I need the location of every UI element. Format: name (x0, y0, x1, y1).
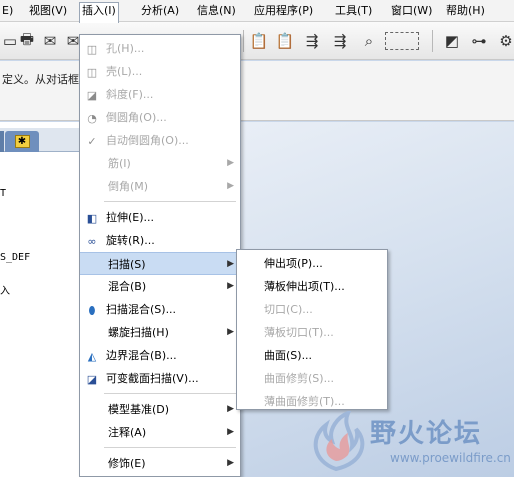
menu-item-hole[interactable]: ◫ 孔(H)... (80, 37, 240, 60)
menu-item-rib[interactable]: 筋(I) ▶ (80, 152, 240, 175)
message-text: 定义。从对话框 (2, 73, 79, 86)
menu-item-extrude[interactable]: ◧ 拉伸(E)... (80, 206, 240, 229)
menu-item-sweep[interactable]: 扫描(S) ▶ (80, 252, 240, 275)
submenu-item-protrusion[interactable]: 伸出项(P)... (237, 252, 387, 275)
menu-separator (104, 393, 236, 394)
menu-edit[interactable]: E) (0, 3, 15, 19)
menu-item-draft[interactable]: ◪ 斜度(F)... (80, 83, 240, 106)
hole-icon: ◫ (86, 42, 98, 56)
menu-item-variable-section-sweep[interactable]: ◪ 可变截面扫描(V)... (80, 367, 240, 390)
message-area: 定义。从对话框 (0, 61, 514, 121)
submenu-item-thin-cut[interactable]: 薄板切口(T)... (237, 321, 387, 344)
submenu-arrow-icon: ▶ (227, 181, 234, 191)
submenu-arrow-icon: ▶ (227, 281, 234, 291)
email-icon[interactable]: ✉ (40, 31, 60, 51)
menu-item-chamfer[interactable]: 倒角(M) ▶ (80, 175, 240, 198)
auto-round-icon: ✓ (87, 134, 97, 148)
menu-item-helical-sweep[interactable]: 螺旋扫描(H) ▶ (80, 321, 240, 344)
menu-item-model-datum[interactable]: 模型基准(D) ▶ (80, 398, 240, 421)
submenu-arrow-icon: ▶ (227, 458, 234, 468)
menu-item-swept-blend[interactable]: ⬮ 扫描混合(S)... (80, 298, 240, 321)
star-folder-icon: ✱ (14, 135, 30, 148)
print-icon[interactable]: 🖶 (17, 30, 37, 51)
paste-special-icon[interactable]: 📋 (275, 31, 295, 51)
menu-analysis[interactable]: 分析(A) (139, 3, 181, 19)
toolbar: ▭ 🖶 ✉ ✉ 📋 📋 ⇶ ⇶ ⌕ ◩ ⊶ ⚙ (0, 22, 514, 60)
menu-separator (104, 201, 236, 202)
variable-sweep-icon: ◪ (86, 372, 98, 386)
submenu-item-thin-protrusion[interactable]: 薄板伸出项(T)... (237, 275, 387, 298)
submenu-arrow-icon: ▶ (227, 158, 234, 168)
regenerate-icon[interactable]: ⇶ (302, 31, 322, 51)
menu-separator (104, 447, 236, 448)
tab-model-tree[interactable] (0, 131, 4, 152)
datum-display-icon[interactable]: ⚙ (496, 31, 514, 51)
sketch-icon[interactable]: ◩ (442, 31, 462, 51)
submenu-item-surface[interactable]: 曲面(S)... (237, 344, 387, 367)
menu-item-boundary-blend[interactable]: ◭ 边界混合(B)... (80, 344, 240, 367)
extrude-icon: ◧ (86, 211, 98, 225)
menu-item-round[interactable]: ◔ 倒圆角(O)... (80, 106, 240, 129)
regenerate-manager-icon[interactable]: ⇶ (330, 31, 350, 51)
shell-icon: ◫ (86, 65, 98, 79)
revolve-icon: ∞ (87, 234, 97, 248)
menu-help[interactable]: 帮助(H) (444, 3, 487, 19)
submenu-arrow-icon: ▶ (227, 404, 234, 414)
selection-box-icon[interactable] (385, 32, 419, 50)
menu-bar: E) 视图(V) 插入(I) 分析(A) 信息(N) 应用程序(P) 工具(T)… (0, 0, 514, 23)
submenu-arrow-icon: ▶ (227, 327, 234, 337)
menu-item-blend[interactable]: 混合(B) ▶ (80, 275, 240, 298)
submenu-arrow-icon: ▶ (227, 259, 234, 269)
paste-icon[interactable]: 📋 (249, 31, 269, 51)
menu-item-auto-round[interactable]: ✓ 自动倒圆角(O)... (80, 129, 240, 152)
model-tree-panel: ✱ T S_DEF 入 (0, 122, 80, 477)
menu-tools[interactable]: 工具(T) (333, 3, 374, 19)
submenu-item-cut[interactable]: 切口(C)... (237, 298, 387, 321)
tree-item[interactable]: S_DEF (0, 252, 30, 263)
menu-info[interactable]: 信息(N) (195, 3, 238, 19)
menu-item-revolve[interactable]: ∞ 旋转(R)... (80, 229, 240, 252)
menu-item-annotation[interactable]: 注释(A) ▶ (80, 421, 240, 444)
menu-item-cosmetic[interactable]: 修饰(E) ▶ (80, 452, 240, 475)
navigator-tabs: ✱ (0, 128, 80, 152)
datum-point-icon[interactable]: ⊶ (469, 31, 489, 51)
submenu-item-surface-trim[interactable]: 曲面修剪(S)... (237, 367, 387, 390)
round-icon: ◔ (87, 111, 97, 125)
sweep-submenu: 伸出项(P)... 薄板伸出项(T)... 切口(C)... 薄板切口(T)..… (236, 249, 388, 410)
tab-favorites[interactable]: ✱ (5, 131, 39, 152)
draft-icon: ◪ (86, 88, 98, 102)
submenu-item-thin-surface-trim[interactable]: 薄曲面修剪(T)... (237, 390, 387, 413)
menu-window[interactable]: 窗口(W) (389, 3, 434, 19)
boundary-blend-icon: ◭ (87, 349, 97, 363)
menu-insert[interactable]: 插入(I) (79, 2, 119, 23)
tree-item[interactable]: 入 (0, 282, 10, 297)
menu-view[interactable]: 视图(V) (27, 3, 69, 19)
tree-item[interactable]: T (0, 188, 6, 199)
menu-applications[interactable]: 应用程序(P) (252, 3, 315, 19)
menu-item-shell[interactable]: ◫ 壳(L)... (80, 60, 240, 83)
submenu-arrow-icon: ▶ (227, 427, 234, 437)
find-icon[interactable]: ⌕ (359, 31, 379, 51)
swept-blend-icon: ⬮ (88, 303, 96, 317)
insert-menu: ◫ 孔(H)... ◫ 壳(L)... ◪ 斜度(F)... ◔ 倒圆角(O).… (79, 34, 241, 477)
